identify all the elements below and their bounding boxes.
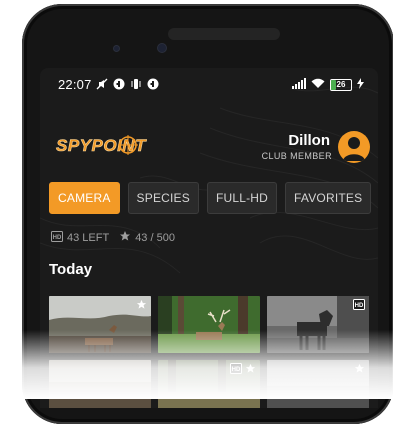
photo-thumbnail[interactable] bbox=[267, 360, 369, 408]
favorites-count: 43 / 500 bbox=[135, 231, 175, 244]
user-role: CLUB MEMBER bbox=[261, 151, 332, 161]
quota-info: HD 43 LEFT 43 / 500 bbox=[51, 230, 175, 245]
tab-favorites[interactable]: FAVORITES bbox=[285, 182, 372, 214]
charging-icon bbox=[357, 77, 364, 92]
avatar[interactable] bbox=[338, 131, 370, 163]
app-notification-icon bbox=[147, 78, 159, 90]
tab-species[interactable]: SPECIES bbox=[127, 182, 199, 214]
status-bar: 22:07 26 bbox=[40, 68, 378, 100]
vibrate-icon bbox=[130, 78, 142, 90]
spypoint-logo: SPYPOINT bbox=[54, 134, 178, 156]
tab-full-hd[interactable]: FULL-HD bbox=[206, 182, 278, 214]
hd-icon: HD bbox=[230, 363, 242, 374]
star-icon bbox=[354, 363, 365, 373]
filter-tabs: CAMERA SPECIES FULL-HD FAVORITES bbox=[49, 182, 372, 214]
photo-thumbnail[interactable] bbox=[158, 296, 260, 353]
signal-icon bbox=[292, 77, 306, 92]
battery-level: 26 bbox=[336, 79, 346, 89]
phone-speaker bbox=[168, 28, 280, 40]
photo-thumbnail[interactable] bbox=[49, 296, 151, 353]
section-title: Today bbox=[49, 261, 93, 278]
user-name: Dillon bbox=[288, 132, 330, 149]
photo-thumbnail[interactable]: HD bbox=[158, 360, 260, 408]
tab-camera[interactable]: CAMERA bbox=[49, 182, 120, 214]
photo-thumbnail[interactable]: HD bbox=[267, 296, 369, 353]
svg-text:HD: HD bbox=[232, 367, 241, 373]
hd-icon: HD bbox=[353, 299, 365, 310]
user-icon bbox=[343, 137, 365, 161]
front-camera bbox=[158, 44, 166, 52]
photo-thumbnail[interactable] bbox=[49, 360, 151, 408]
svg-text:HD: HD bbox=[355, 303, 364, 309]
app-notification-icon bbox=[113, 78, 125, 90]
svg-text:HD: HD bbox=[53, 235, 62, 241]
hd-left-count: 43 LEFT bbox=[67, 231, 110, 244]
star-icon bbox=[119, 230, 131, 245]
mute-icon bbox=[96, 78, 108, 90]
star-icon bbox=[136, 299, 147, 309]
app-screen: 22:07 26 SPYPOINT Dillon CLUB MEMBER CAM… bbox=[40, 68, 378, 408]
status-time: 22:07 bbox=[58, 77, 92, 92]
wifi-icon bbox=[311, 77, 325, 92]
star-icon bbox=[245, 363, 256, 373]
proximity-sensor bbox=[114, 46, 119, 51]
battery-fill bbox=[331, 79, 337, 90]
hd-icon: HD bbox=[51, 230, 63, 245]
battery-icon: 26 bbox=[330, 78, 352, 91]
